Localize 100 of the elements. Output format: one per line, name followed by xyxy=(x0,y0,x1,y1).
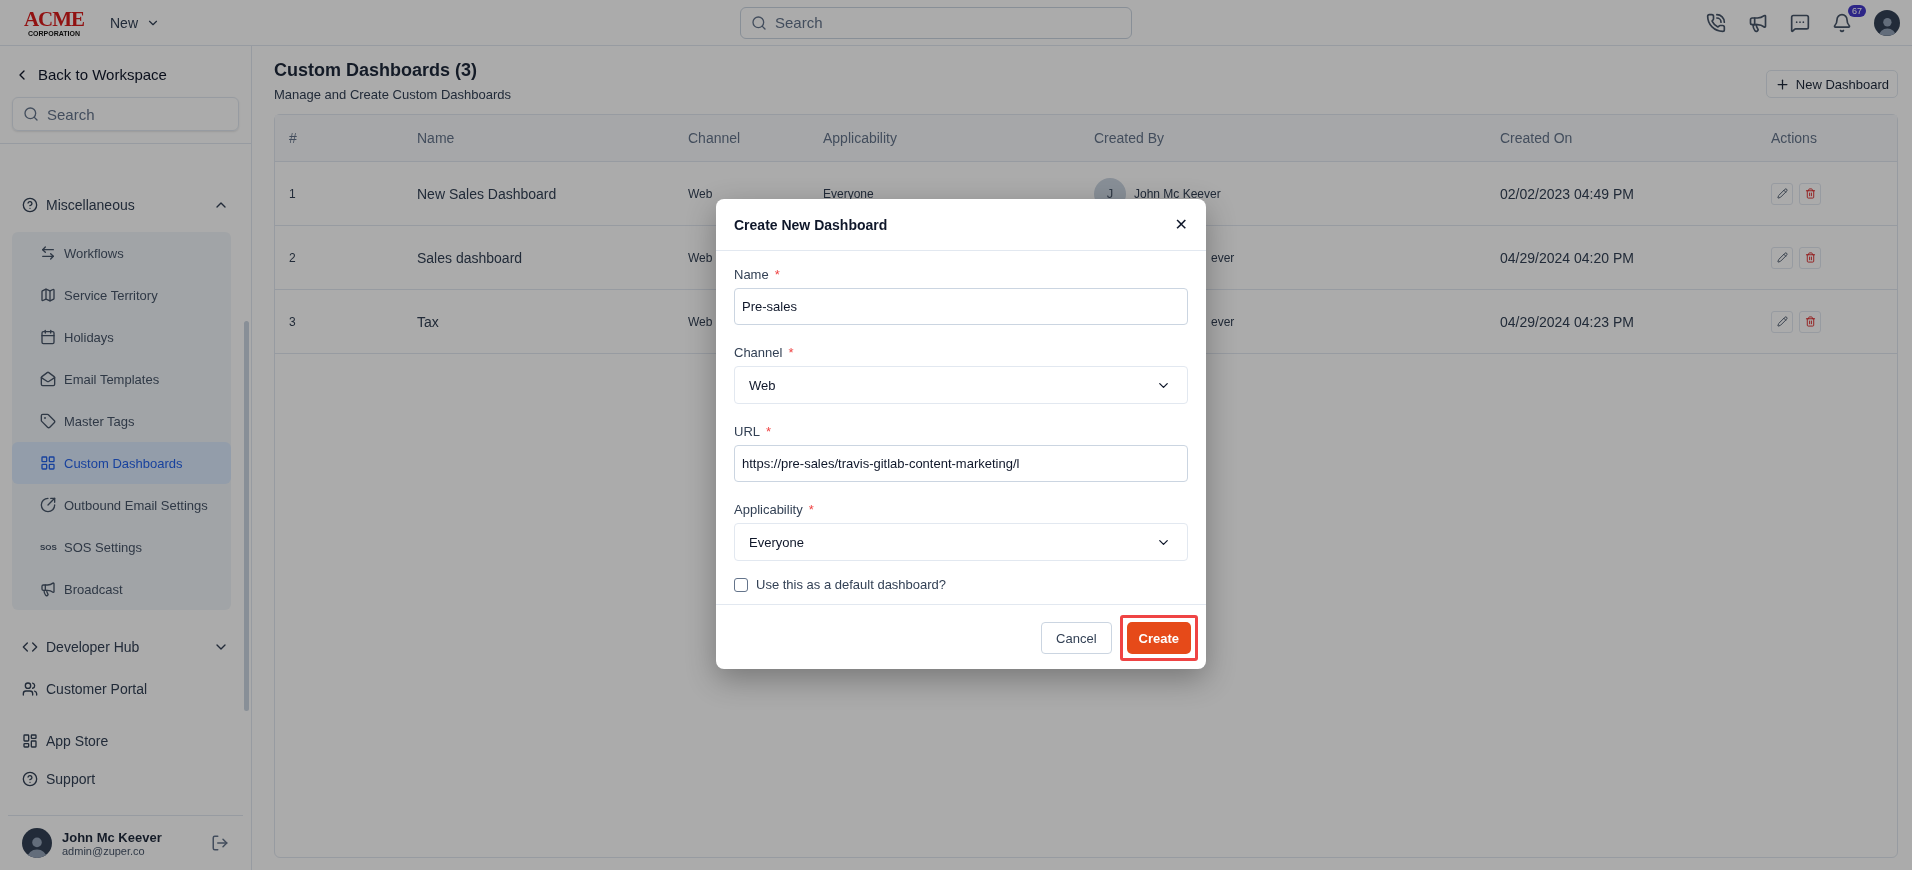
trash-icon xyxy=(1804,316,1816,327)
chat-icon[interactable] xyxy=(1790,12,1810,33)
select-field[interactable]: Everyone xyxy=(734,523,1188,561)
edit-button[interactable] xyxy=(1771,246,1793,269)
column-header: Name xyxy=(417,130,455,146)
sidebar-section[interactable]: Miscellaneous xyxy=(0,184,251,226)
table-cell: 3 xyxy=(289,314,296,329)
sidebar-item[interactable]: Broadcast xyxy=(12,568,231,610)
required-mark: * xyxy=(766,424,772,439)
table-cell: 2 xyxy=(289,250,296,265)
pencil-icon xyxy=(1776,188,1788,199)
table-cell: Web xyxy=(688,250,713,265)
trash-icon xyxy=(1804,252,1816,263)
tag-icon xyxy=(40,413,56,429)
new-menu[interactable]: New xyxy=(104,13,166,32)
close-button[interactable]: ✕ xyxy=(1174,215,1188,234)
column-header: Created By xyxy=(1094,130,1165,146)
help-icon xyxy=(22,197,38,213)
calendar-icon xyxy=(40,329,56,345)
user-avatar xyxy=(22,828,52,858)
grid-icon xyxy=(40,455,56,471)
required-mark: * xyxy=(788,345,794,360)
sidebar-section[interactable]: Customer Portal xyxy=(0,668,251,710)
search-icon xyxy=(23,106,39,122)
user-name: John Mc Keever xyxy=(62,829,163,845)
sidebar-item[interactable]: Email Templates xyxy=(12,358,231,400)
sidebar-item[interactable]: Workflows xyxy=(12,232,231,274)
table-cell: Web xyxy=(688,186,713,201)
megaphone-icon xyxy=(40,581,56,597)
column-header: Channel xyxy=(688,130,741,146)
apps-icon xyxy=(22,733,38,749)
checkbox-label: Use this as a default dashboard? xyxy=(756,577,947,592)
page-subtitle: Manage and Create Custom Dashboards xyxy=(274,87,512,102)
logout-icon[interactable] xyxy=(211,834,229,852)
column-header: Created On xyxy=(1500,130,1573,146)
table-cell: Everyone xyxy=(823,186,874,201)
pencil-icon xyxy=(1776,316,1788,327)
notification-count: 67 xyxy=(1847,4,1866,17)
table-cell: John Mc Keever xyxy=(1134,186,1221,201)
notifications-icon[interactable] xyxy=(1832,12,1852,33)
code-icon xyxy=(22,639,38,655)
back-link[interactable]: Back to Workspace xyxy=(0,46,251,93)
sidebar-item[interactable]: SOS SOS Settings xyxy=(12,526,231,568)
select-field[interactable]: Web xyxy=(734,366,1188,404)
sidebar-link[interactable]: Support xyxy=(0,760,251,798)
new-dashboard-button[interactable]: New Dashboard xyxy=(1765,70,1898,98)
table-cell: New Sales Dashboard xyxy=(417,185,557,202)
sidebar-section[interactable]: Developer Hub xyxy=(0,626,251,668)
sos-icon: SOS xyxy=(40,542,56,552)
sidebar-item[interactable]: Holidays xyxy=(12,316,231,358)
trash-icon xyxy=(1804,188,1816,199)
delete-button[interactable] xyxy=(1799,246,1821,269)
create-button[interactable]: Create xyxy=(1126,622,1191,654)
plus-icon xyxy=(1774,76,1790,92)
table-cell: 04/29/2024 04:23 PM xyxy=(1500,313,1634,330)
edit-button[interactable] xyxy=(1771,310,1793,333)
sidebar-item[interactable]: Service Territory xyxy=(12,274,231,316)
table-cell: Web xyxy=(688,314,713,329)
field-label: Channel xyxy=(734,345,783,360)
search-field[interactable]: Search xyxy=(740,6,1132,39)
pencil-icon xyxy=(1776,252,1788,263)
field-label: Name xyxy=(734,267,769,282)
megaphone-icon[interactable] xyxy=(1748,12,1768,33)
sidebar-search-field[interactable]: Search xyxy=(12,97,239,131)
users-icon xyxy=(22,681,38,697)
table-cell: Tax xyxy=(417,313,439,330)
sidebar-item[interactable]: Outbound Email Settings xyxy=(12,484,231,526)
checkbox[interactable] xyxy=(734,577,748,592)
dialog-title: Create New Dashboard xyxy=(734,216,888,233)
arrows-icon xyxy=(40,245,56,261)
input-field[interactable]: https://pre-sales/travis-gitlab-content-marketing/l xyxy=(734,445,1188,482)
delete-button[interactable] xyxy=(1799,310,1821,333)
sidebar-item[interactable]: Custom Dashboards xyxy=(12,442,231,484)
map-icon xyxy=(40,287,56,303)
required-mark: * xyxy=(774,267,780,282)
table-cell: 1 xyxy=(289,186,296,201)
column-header: Actions xyxy=(1771,130,1817,146)
table-cell: Sales dashboard xyxy=(417,249,523,266)
field-label: Applicability xyxy=(734,502,803,517)
page-title: Custom Dashboards (3) xyxy=(274,60,479,81)
input-field[interactable]: Pre-sales xyxy=(734,288,1188,325)
edit-button[interactable] xyxy=(1771,182,1793,205)
envelope-icon xyxy=(40,371,56,387)
column-header: Applicability xyxy=(823,130,897,146)
phone-icon[interactable] xyxy=(1706,12,1726,33)
column-header: # xyxy=(289,130,297,146)
user-avatar xyxy=(1874,9,1900,36)
arrow-circle-icon xyxy=(40,497,56,513)
required-mark: * xyxy=(808,502,814,517)
table-cell-text: ever xyxy=(1210,250,1235,265)
sidebar-link[interactable]: App Store xyxy=(0,722,251,760)
cancel-button[interactable]: Cancel xyxy=(1041,622,1112,654)
search-icon xyxy=(751,14,767,31)
table-cell-text: ever xyxy=(1210,314,1235,329)
sidebar-item[interactable]: Master Tags xyxy=(12,400,231,442)
field-label: URL xyxy=(734,424,760,439)
help-icon xyxy=(22,771,38,787)
table-cell: 02/02/2023 04:49 PM xyxy=(1500,185,1634,202)
table-cell: 04/29/2024 04:20 PM xyxy=(1500,249,1634,266)
delete-button[interactable] xyxy=(1799,182,1821,205)
